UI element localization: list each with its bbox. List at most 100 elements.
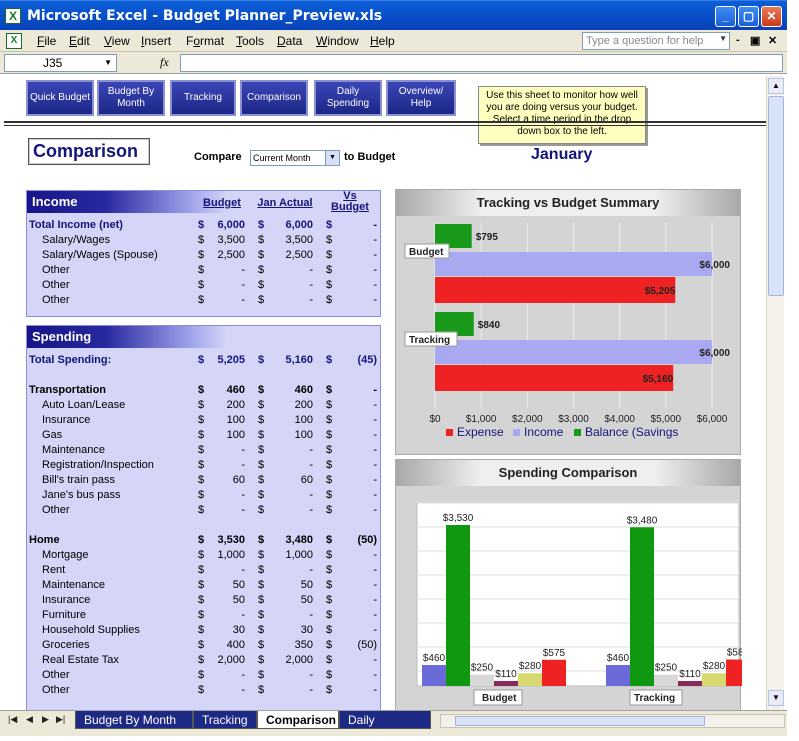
nav-button-overview-help[interactable]: Overview/ Help bbox=[386, 80, 456, 116]
last-sheet-icon[interactable]: ▶| bbox=[56, 714, 65, 725]
menu-bar: X File Edit View Insert Format Tools Data Windo… bbox=[0, 30, 787, 52]
data-label: $3,480 bbox=[627, 515, 658, 526]
table-row: Salary/Wages $3,500 $3,500 $ - bbox=[27, 234, 379, 249]
tab-tracking[interactable]: Tracking bbox=[193, 711, 257, 729]
actual-value: - bbox=[309, 294, 313, 306]
chevron-down-icon[interactable]: ▼ bbox=[719, 34, 727, 43]
category-label: Tracking bbox=[409, 335, 450, 346]
prev-sheet-icon[interactable]: ◀ bbox=[26, 714, 33, 725]
bar bbox=[630, 527, 654, 686]
currency-sign: $ bbox=[258, 624, 265, 636]
row-label: Other bbox=[42, 669, 70, 681]
menu-file[interactable]: File bbox=[37, 34, 56, 48]
data-label: $250 bbox=[471, 663, 494, 674]
chevron-down-icon[interactable]: ▼ bbox=[104, 58, 112, 67]
currency-sign: $ bbox=[326, 564, 333, 576]
workbook-restore-icon[interactable]: ▣ bbox=[750, 34, 760, 47]
vertical-scrollbar[interactable]: ▲ ▼ bbox=[766, 76, 784, 710]
nav-button-comparison[interactable]: Comparison bbox=[240, 80, 308, 116]
currency-sign: $ bbox=[198, 624, 205, 636]
table-row: Gas $100 $100 $ - bbox=[27, 429, 379, 444]
legend-swatch bbox=[574, 429, 581, 436]
x-tick-label: $3,000 bbox=[558, 414, 589, 425]
variance-value: - bbox=[373, 234, 377, 246]
variance-value: - bbox=[373, 564, 377, 576]
category-label: Budget bbox=[482, 693, 517, 704]
currency-sign: $ bbox=[326, 474, 333, 486]
currency-sign: $ bbox=[198, 354, 205, 366]
variance-value: - bbox=[373, 459, 377, 471]
bar bbox=[422, 665, 446, 686]
nav-button-quick-budget[interactable]: Quick Budget bbox=[26, 80, 94, 116]
workbook-close-icon[interactable]: ✕ bbox=[768, 34, 777, 47]
scroll-down-icon[interactable]: ▼ bbox=[768, 690, 784, 706]
tab-daily-spending[interactable]: Daily Spending bbox=[339, 711, 431, 741]
actual-value: 2,000 bbox=[285, 654, 313, 666]
excel-app-icon[interactable]: X bbox=[5, 8, 21, 24]
menu-window[interactable]: Window bbox=[316, 34, 359, 48]
currency-sign: $ bbox=[326, 504, 333, 516]
bar-expense bbox=[435, 277, 676, 303]
currency-sign: $ bbox=[258, 474, 265, 486]
currency-sign: $ bbox=[198, 444, 205, 456]
fx-icon[interactable]: fx bbox=[160, 55, 169, 70]
horizontal-scrollbar[interactable] bbox=[440, 714, 785, 728]
close-button[interactable]: ✕ bbox=[761, 6, 782, 27]
menu-view[interactable]: View bbox=[104, 34, 130, 48]
ask-question-input[interactable]: Type a question for help ▼ bbox=[582, 32, 730, 50]
budget-value: 1,000 bbox=[217, 549, 245, 561]
name-box[interactable]: J35 ▼ bbox=[4, 54, 117, 72]
maximize-button[interactable]: ▢ bbox=[738, 6, 759, 27]
currency-sign: $ bbox=[258, 399, 265, 411]
menu-data[interactable]: Data bbox=[277, 34, 302, 48]
currency-sign: $ bbox=[258, 489, 265, 501]
currency-sign: $ bbox=[258, 594, 265, 606]
currency-sign: $ bbox=[198, 609, 205, 621]
period-select[interactable]: Current Month ▼ bbox=[250, 150, 340, 166]
chevron-down-icon[interactable]: ▼ bbox=[325, 151, 339, 165]
scroll-up-icon[interactable]: ▲ bbox=[768, 78, 784, 94]
currency-sign: $ bbox=[198, 594, 205, 606]
tab-budget-by-month[interactable]: Budget By Month bbox=[75, 711, 193, 729]
workbook-icon[interactable]: X bbox=[6, 33, 22, 49]
actual-value: 6,000 bbox=[285, 219, 313, 231]
variance-value: - bbox=[373, 504, 377, 516]
tab-comparison[interactable]: Comparison bbox=[257, 711, 339, 729]
table-row: Registration/Inspection $ - $ - $ - bbox=[27, 459, 379, 474]
workbook-minimize-icon[interactable]: - bbox=[736, 34, 740, 46]
spending-comparison-chart[interactable]: Spending Comparison $460 $3,530 $250 $110 $2… bbox=[395, 459, 742, 710]
currency-sign: $ bbox=[258, 459, 265, 471]
tracking-summary-chart[interactable]: Tracking vs Budget Summary $0 $1,000 $2,00… bbox=[395, 189, 741, 455]
legend-swatch bbox=[513, 429, 520, 436]
currency-sign: $ bbox=[326, 684, 333, 696]
menu-insert[interactable]: Insert bbox=[141, 34, 171, 48]
data-label: $5,205 bbox=[645, 286, 676, 297]
row-label: Other bbox=[42, 264, 70, 276]
bar bbox=[494, 680, 518, 686]
first-sheet-icon[interactable]: |◀ bbox=[8, 714, 17, 725]
actual-value: - bbox=[309, 609, 313, 621]
currency-sign: $ bbox=[326, 279, 333, 291]
bar-income bbox=[435, 252, 712, 276]
currency-sign: $ bbox=[198, 504, 205, 516]
menu-format[interactable]: Format bbox=[186, 34, 224, 48]
next-sheet-icon[interactable]: ▶ bbox=[42, 714, 49, 725]
x-tick-label: $1,000 bbox=[466, 414, 497, 425]
scroll-thumb[interactable] bbox=[768, 96, 784, 296]
menu-tools[interactable]: Tools bbox=[236, 34, 264, 48]
h-scroll-thumb[interactable] bbox=[455, 716, 705, 726]
variance-value: (50) bbox=[357, 534, 377, 546]
bar-expense bbox=[435, 365, 674, 391]
menu-edit[interactable]: Edit bbox=[69, 34, 90, 48]
nav-button-tracking[interactable]: Tracking bbox=[170, 80, 236, 116]
menu-help[interactable]: Help bbox=[370, 34, 395, 48]
minimize-button[interactable]: _ bbox=[715, 6, 736, 27]
x-tick-label: $6,000 bbox=[697, 414, 728, 425]
data-label: $3,530 bbox=[443, 513, 474, 524]
nav-button-budget-by-month[interactable]: Budget By Month bbox=[97, 80, 165, 116]
currency-sign: $ bbox=[258, 414, 265, 426]
formula-input[interactable] bbox=[180, 54, 783, 72]
variance-value: - bbox=[373, 474, 377, 486]
nav-button-daily-spending[interactable]: Daily Spending bbox=[314, 80, 382, 116]
currency-sign: $ bbox=[326, 654, 333, 666]
